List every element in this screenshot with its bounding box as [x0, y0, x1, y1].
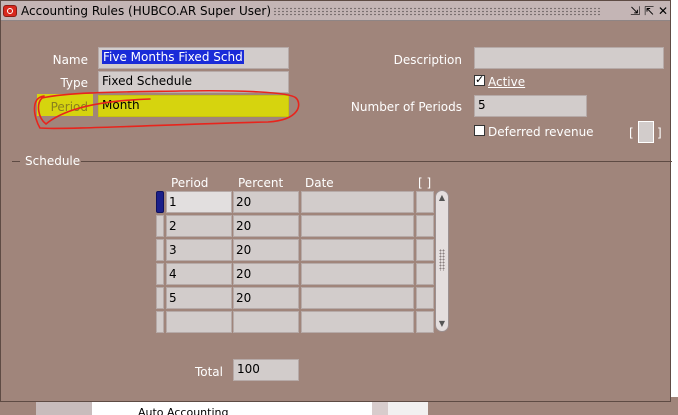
number-of-periods-label: Number of Periods — [350, 100, 462, 114]
percent-cell[interactable]: 20 — [233, 239, 299, 261]
percent-cell[interactable]: 20 — [233, 191, 299, 213]
column-header-period: Period — [171, 176, 209, 190]
name-value: Five Months Fixed Schd — [102, 50, 244, 64]
number-of-periods-field[interactable]: 5 — [474, 95, 587, 117]
percent-cell[interactable]: 20 — [233, 263, 299, 285]
type-field[interactable]: Fixed Schedule — [98, 71, 289, 93]
scroll-thumb-grip[interactable] — [439, 249, 445, 271]
close-icon[interactable]: ✕ — [656, 4, 670, 18]
period-field[interactable]: Month — [98, 95, 289, 117]
maximize-icon[interactable]: ⇱ — [642, 4, 656, 18]
scroll-up-arrow-icon[interactable]: ▲ — [437, 193, 447, 203]
type-value: Fixed Schedule — [102, 74, 193, 88]
total-field: 100 — [233, 359, 299, 381]
title-bar[interactable]: Accounting Rules (HUBCO.AR Super User) ⇲… — [1, 1, 670, 21]
column-header-date: Date — [305, 176, 334, 190]
accounting-rules-window: Accounting Rules (HUBCO.AR Super User) ⇲… — [0, 0, 672, 402]
section-divider — [81, 161, 672, 162]
name-field[interactable]: Five Months Fixed Schd — [98, 47, 289, 69]
percent-cell[interactable]: 20 — [233, 215, 299, 237]
row-flexfield-cell[interactable] — [416, 263, 434, 285]
title-grip — [273, 7, 601, 16]
row-selector[interactable] — [156, 215, 164, 237]
percent-cell[interactable]: 20 — [233, 287, 299, 309]
period-cell[interactable]: 4 — [166, 263, 232, 285]
row-flexfield-cell[interactable] — [416, 287, 434, 309]
period-cell[interactable]: 1 — [166, 191, 232, 213]
row-flexfield-cell[interactable] — [416, 239, 434, 261]
period-cell[interactable] — [166, 311, 232, 333]
row-selector[interactable] — [156, 191, 164, 213]
type-label: Type — [60, 76, 88, 90]
period-cell[interactable]: 5 — [166, 287, 232, 309]
number-of-periods-value: 5 — [478, 98, 486, 112]
row-flexfield-cell[interactable] — [416, 311, 434, 333]
column-header-percent: Percent — [238, 176, 284, 190]
row-selector[interactable] — [156, 263, 164, 285]
descriptive-flexfield-button[interactable] — [638, 121, 654, 143]
window-title: Accounting Rules (HUBCO.AR Super User) — [21, 4, 272, 18]
period-label: Period — [50, 100, 88, 114]
total-value: 100 — [237, 362, 260, 376]
total-label: Total — [194, 365, 223, 379]
row-flexfield-cell[interactable] — [416, 191, 434, 213]
flexfield-bracket-left: [ — [629, 126, 634, 140]
date-cell[interactable] — [301, 215, 414, 237]
row-flexfield-cell[interactable] — [416, 215, 434, 237]
row-selector[interactable] — [156, 287, 164, 309]
date-cell[interactable] — [301, 311, 414, 333]
schedule-scrollbar[interactable]: ▲ ▼ — [435, 190, 449, 332]
period-cell[interactable]: 2 — [166, 215, 232, 237]
active-checkbox[interactable] — [474, 73, 485, 86]
deferred-revenue-label[interactable]: Deferred revenue — [488, 125, 594, 139]
minimize-icon[interactable]: ⇲ — [628, 4, 642, 18]
period-cell[interactable]: 3 — [166, 239, 232, 261]
date-cell[interactable] — [301, 287, 414, 309]
description-label: Description — [393, 53, 462, 67]
deferred-revenue-checkbox[interactable] — [474, 125, 485, 136]
percent-cell[interactable] — [233, 311, 299, 333]
description-field[interactable] — [474, 47, 664, 69]
oracle-logo-icon — [3, 5, 17, 17]
row-selector[interactable] — [156, 311, 164, 333]
period-value: Month — [102, 98, 140, 112]
section-divider — [12, 161, 20, 162]
column-header-flexfield: [ ] — [418, 176, 432, 190]
schedule-section-title: Schedule — [25, 154, 81, 168]
date-cell[interactable] — [301, 263, 414, 285]
background-partial-text: Auto Accounting — [138, 406, 229, 415]
scroll-down-arrow-icon[interactable]: ▼ — [437, 319, 447, 329]
active-label[interactable]: Active — [488, 75, 525, 89]
name-label: Name — [52, 53, 88, 67]
date-cell[interactable] — [301, 239, 414, 261]
row-selector[interactable] — [156, 239, 164, 261]
flexfield-bracket-right: ] — [657, 126, 662, 140]
date-cell[interactable] — [301, 191, 414, 213]
